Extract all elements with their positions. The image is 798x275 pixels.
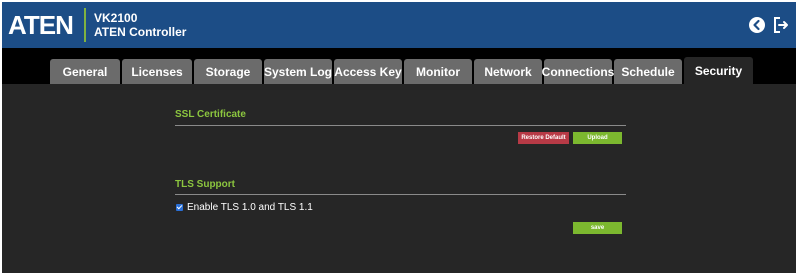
back-icon[interactable]: [748, 16, 766, 34]
logo-divider: [84, 8, 86, 42]
tab-schedule[interactable]: Schedule: [614, 59, 682, 84]
app-subtitle: ATEN Controller: [94, 25, 187, 39]
tab-bar: General Licenses Storage System Log Acce…: [2, 48, 796, 84]
tab-general[interactable]: General: [50, 59, 120, 84]
header-titles: VK2100 ATEN Controller: [94, 11, 186, 39]
ssl-divider: [175, 125, 626, 126]
aten-logo: ATEN: [8, 9, 74, 40]
enable-tls-label: Enable TLS 1.0 and TLS 1.1: [187, 202, 313, 213]
tab-monitor[interactable]: Monitor: [404, 59, 472, 84]
save-button[interactable]: save: [573, 222, 622, 234]
tls-divider: [175, 194, 626, 195]
restore-default-button[interactable]: Restore Default: [518, 132, 569, 144]
tab-network[interactable]: Network: [474, 59, 542, 84]
tab-access-key[interactable]: Access Key: [334, 59, 402, 84]
tls-section-title: TLS Support: [175, 179, 235, 190]
tab-storage[interactable]: Storage: [194, 59, 262, 84]
logout-icon[interactable]: [772, 16, 790, 34]
tab-system-log[interactable]: System Log: [264, 59, 332, 84]
tab-security[interactable]: Security: [684, 57, 753, 84]
app-header: ATEN VK2100 ATEN Controller: [2, 2, 796, 48]
tab-connections[interactable]: Connections: [542, 59, 614, 84]
upload-button[interactable]: Upload: [573, 132, 622, 144]
device-model: VK2100: [94, 11, 138, 25]
ssl-section-title: SSL Certificate: [175, 109, 246, 120]
enable-tls-checkbox[interactable]: [176, 204, 183, 211]
app-window: ATEN VK2100 ATEN Controller General Lice…: [2, 2, 796, 273]
tls-option: Enable TLS 1.0 and TLS 1.1: [176, 202, 313, 213]
tab-licenses[interactable]: Licenses: [122, 59, 192, 84]
